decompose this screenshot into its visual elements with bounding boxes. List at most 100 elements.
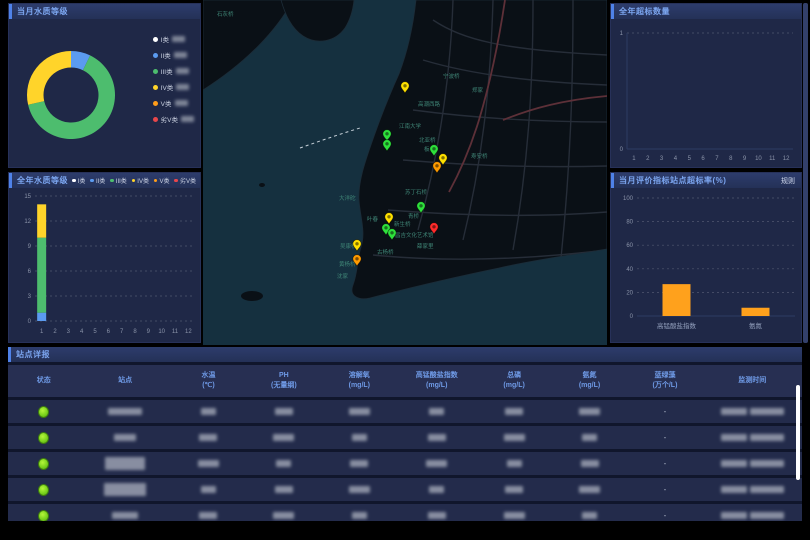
redacted-time <box>750 434 784 441</box>
legend-item-I类[interactable]: I类 <box>72 176 85 185</box>
svg-text:9: 9 <box>743 156 747 162</box>
status-cell <box>8 484 79 496</box>
legend-item-III类[interactable]: III类 <box>110 176 127 185</box>
legend-label: IV类 <box>137 176 149 185</box>
time-cell <box>703 408 802 415</box>
redacted-value <box>579 486 600 493</box>
svg-text:11: 11 <box>769 156 776 162</box>
legend-dot <box>153 101 158 106</box>
legend-item-IV类[interactable]: IV类 <box>132 176 149 185</box>
value-cell <box>397 460 476 467</box>
value-cell <box>552 434 627 441</box>
svg-text:6: 6 <box>701 156 705 162</box>
table-row[interactable]: - <box>8 504 802 521</box>
value-cell <box>171 408 246 415</box>
value-cell <box>397 408 476 415</box>
map[interactable]: 石灰桥宁波桥郑家高潮西路江南大学北亚桥板桥寿安桥大洋砣苏丁石桥青桥叶春新生桥昌吉… <box>203 0 607 345</box>
redacted-value <box>581 460 599 467</box>
map-label: 古杨桥 <box>377 248 394 256</box>
redacted-value <box>429 486 444 493</box>
algae-value: - <box>664 407 667 416</box>
legend-label: II类 <box>161 50 171 60</box>
map-label: 薛家里 <box>417 242 434 250</box>
map-label: 新生桥 <box>394 220 411 228</box>
redacted-value <box>428 434 446 441</box>
legend-dot <box>153 85 158 90</box>
redacted-value <box>350 460 368 467</box>
svg-text:氨氮: 氨氮 <box>749 321 763 330</box>
table-body: - - - - - <box>8 400 802 521</box>
svg-text:5: 5 <box>93 329 97 335</box>
table-row[interactable]: - <box>8 478 802 501</box>
svg-text:高锰酸盐指数: 高锰酸盐指数 <box>657 321 697 330</box>
redacted-value <box>504 512 525 519</box>
redacted-value <box>349 486 370 493</box>
value-cell <box>476 486 551 493</box>
legend-item-IV类[interactable]: IV类 <box>153 82 194 92</box>
value-cell <box>246 486 321 493</box>
algae-cell: - <box>627 485 702 494</box>
redacted-value <box>198 460 219 467</box>
panel-exceed-rate-header: 当月评价指标站点超标率(%) 规则 <box>611 173 801 188</box>
legend-dot <box>153 37 158 42</box>
legend-item-V类[interactable]: V类 <box>153 98 194 108</box>
svg-text:10: 10 <box>755 156 762 162</box>
panel-monthly-quality-title: 当月水质等级 <box>17 6 68 17</box>
table-row[interactable]: - <box>8 400 802 423</box>
legend-item-I类[interactable]: I类 <box>153 34 194 44</box>
legend-item-II类[interactable]: II类 <box>153 50 194 60</box>
legend-label: IV类 <box>161 82 174 92</box>
table-row[interactable]: - <box>8 426 802 449</box>
annual-quality-bar-chart: 03691215123456789101112 <box>9 188 200 342</box>
donut-legend: I类 II类 III类 IV类 V类劣V类 <box>153 34 194 124</box>
svg-text:11: 11 <box>172 329 179 335</box>
bar-氨氮 <box>742 308 770 316</box>
annual-quality-legend: I类 II类 III类 IV类 V类劣V类 <box>72 176 196 185</box>
svg-text:12: 12 <box>24 219 31 225</box>
station-table-panel: 站点详报 状态站点水温(℃)PH(无量纲)溶解氧(mg/L)高锰酸盐指数(mg/… <box>8 347 802 521</box>
value-cell <box>397 512 476 519</box>
legend-label: V类 <box>161 98 172 108</box>
station-cell <box>79 457 170 470</box>
redacted-value <box>429 408 444 415</box>
table-row[interactable]: - <box>8 452 802 475</box>
value-cell <box>246 512 321 519</box>
legend-item-劣V类[interactable]: 劣V类 <box>153 114 194 124</box>
redacted-station <box>114 434 136 441</box>
redacted-value <box>275 408 293 415</box>
station-cell <box>79 408 170 415</box>
map-label: 苏丁石桥 <box>405 188 428 196</box>
status-ok-dot <box>38 406 49 418</box>
value-cell <box>171 512 246 519</box>
legend-dot <box>153 53 158 58</box>
svg-text:9: 9 <box>147 329 151 335</box>
map-label: 青桥 <box>408 212 420 220</box>
algae-cell: - <box>627 407 702 416</box>
svg-text:3: 3 <box>67 329 71 335</box>
svg-text:2: 2 <box>53 329 57 335</box>
rule-button[interactable]: 规则 <box>781 176 795 186</box>
map-label: 北亚桥 <box>419 136 436 144</box>
value-cell <box>322 486 397 493</box>
svg-text:6: 6 <box>107 329 111 335</box>
legend-item-劣V类[interactable]: 劣V类 <box>174 176 196 185</box>
algae-value: - <box>664 511 667 520</box>
header-accent <box>8 347 11 362</box>
page-scrollbar[interactable] <box>803 3 808 343</box>
legend-item-II类[interactable]: II类 <box>90 176 105 185</box>
table-header-row: 状态站点水温(℃)PH(无量纲)溶解氧(mg/L)高锰酸盐指数(mg/L)总磷(… <box>8 365 802 397</box>
legend-item-V类[interactable]: V类 <box>154 176 170 185</box>
table-scrollbar[interactable] <box>796 385 800 480</box>
column-header-蓝绿藻: 蓝绿藻(万个/L) <box>627 371 702 392</box>
map-label: 沈家 <box>337 272 349 280</box>
time-cell <box>703 460 802 467</box>
value-cell <box>397 434 476 441</box>
redacted-date <box>721 486 747 493</box>
value-cell <box>552 408 627 415</box>
redacted-value <box>504 434 525 441</box>
svg-text:7: 7 <box>715 156 719 162</box>
redacted-date <box>721 434 747 441</box>
column-header-站点: 站点 <box>79 376 170 387</box>
svg-text:0: 0 <box>28 319 32 325</box>
legend-item-III类[interactable]: III类 <box>153 66 194 76</box>
